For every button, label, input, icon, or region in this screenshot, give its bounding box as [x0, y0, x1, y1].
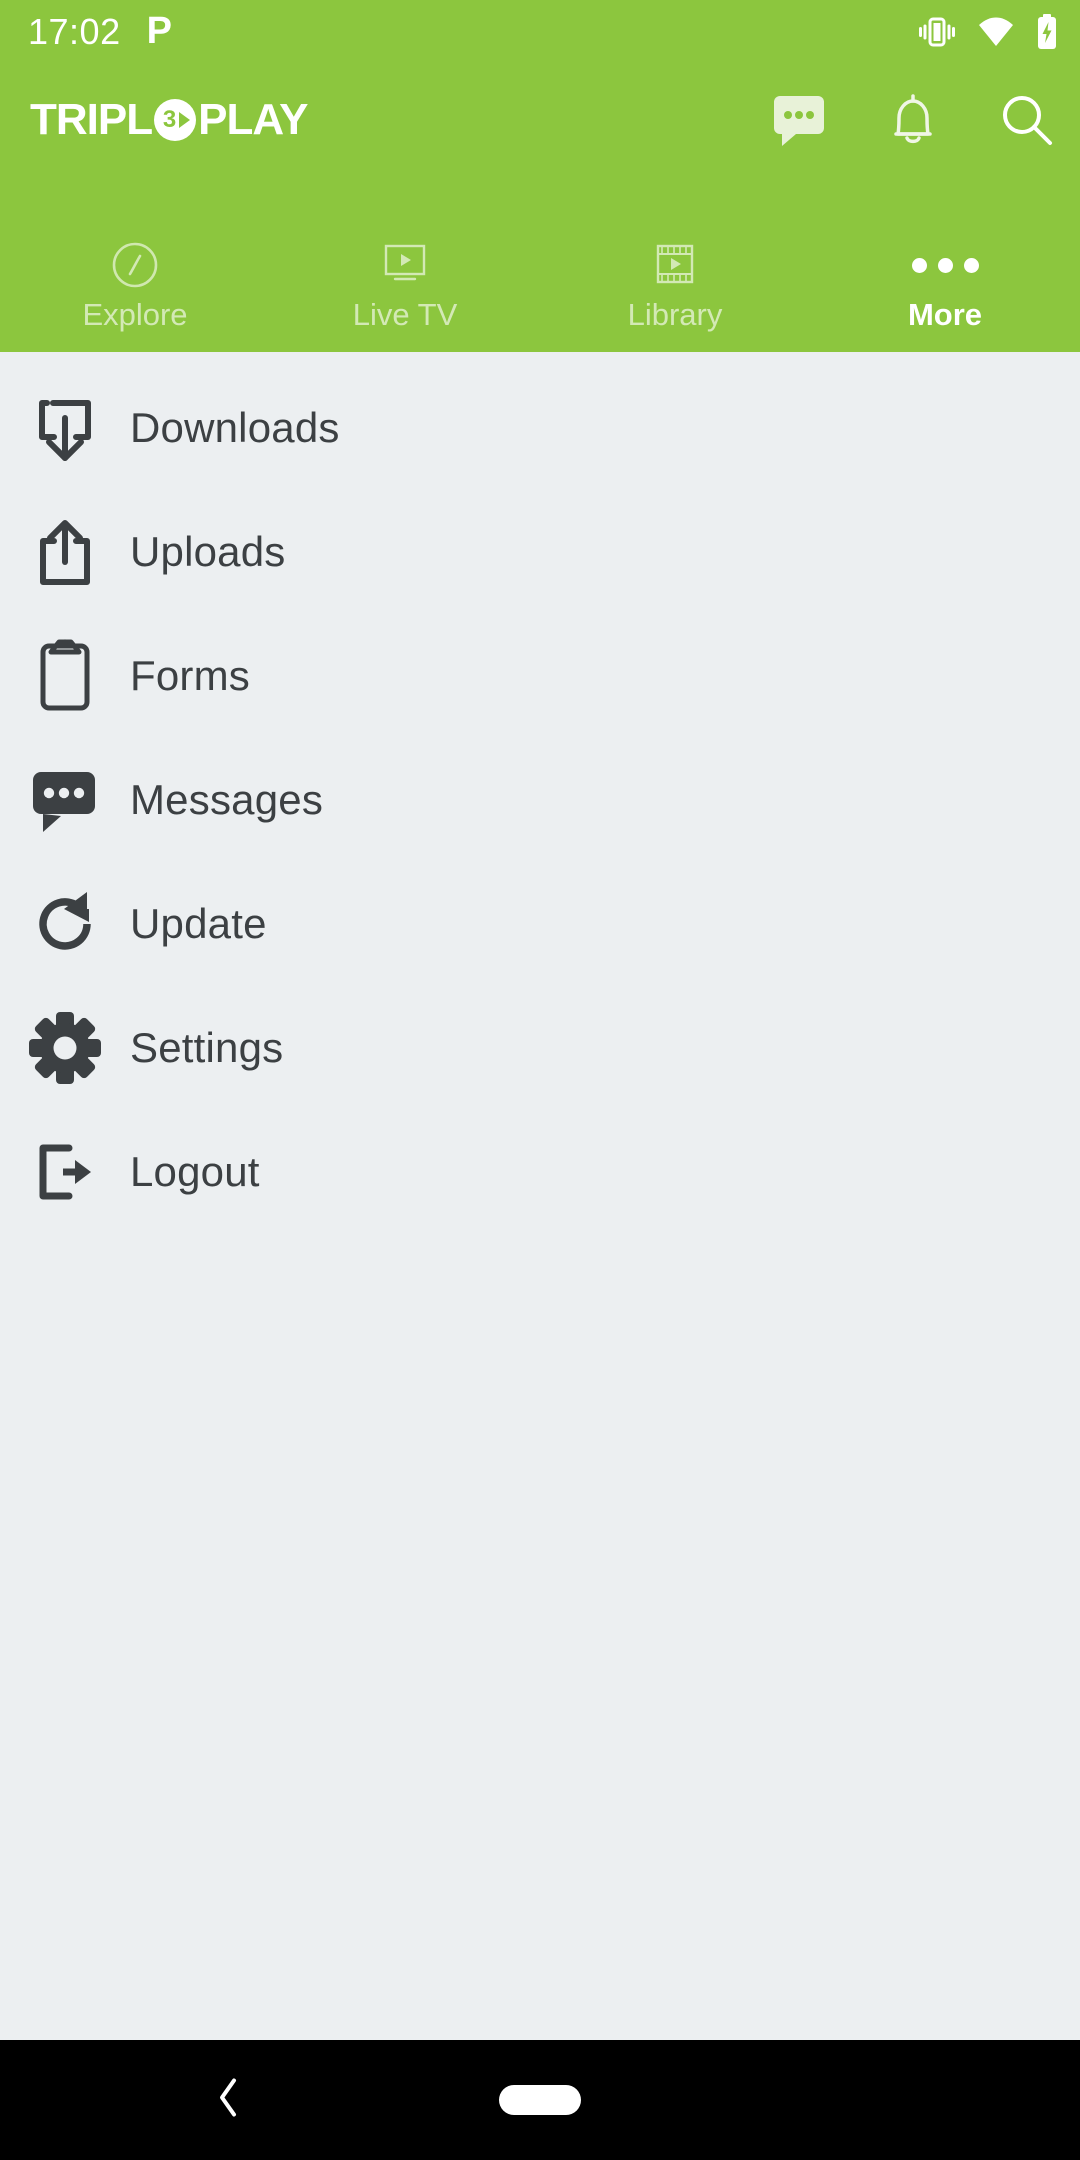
more-dot-1 [911, 257, 927, 273]
logo-text-part2: PLAY [198, 95, 308, 144]
tab-library-label: Library [627, 297, 723, 332]
more-dot-3 [963, 257, 979, 273]
wifi-icon [976, 16, 1016, 48]
tab-explore-label: Explore [82, 297, 188, 332]
film-strip-icon [651, 237, 699, 293]
menu-item-uploads[interactable]: Uploads [0, 490, 1080, 614]
home-pill-icon[interactable] [499, 2085, 581, 2115]
menu-item-messages-label: Messages [130, 776, 324, 823]
status-bar: 17:02 P [0, 0, 1080, 64]
gear-icon [0, 986, 130, 1110]
logo-play-triangle-icon [179, 112, 191, 128]
status-bar-icons [918, 0, 1058, 64]
menu-item-update-label: Update [130, 900, 267, 947]
upload-icon [0, 490, 130, 614]
vibrate-icon [918, 15, 956, 49]
tab-live-tv-label: Live TV [352, 297, 458, 332]
menu-item-settings-label: Settings [130, 1024, 284, 1071]
tab-more[interactable]: More [810, 212, 1080, 352]
more-menu-list: Downloads Uploads Forms Messages Update … [0, 352, 1080, 2040]
tab-explore[interactable]: Explore [0, 212, 270, 352]
system-navigation-bar [0, 2040, 1080, 2160]
tab-more-label: More [907, 297, 983, 332]
messages-icon[interactable] [772, 94, 826, 146]
menu-item-forms-label: Forms [130, 652, 250, 699]
logo-text-part1: TRIPL [30, 95, 153, 144]
app-header: 17:02 P TRIPL 3 PLAY Explore Live TV Lib… [0, 0, 1080, 352]
header-tabs: Explore Live TV Library More [0, 212, 1080, 352]
app-screen: 17:02 P TRIPL 3 PLAY Explore Live TV Lib… [0, 0, 1080, 2160]
more-dots-icon [911, 237, 979, 293]
status-bar-clock: 17:02 [28, 11, 121, 52]
menu-item-forms[interactable]: Forms [0, 614, 1080, 738]
logo-mark-number: 3 [162, 106, 176, 133]
chat-bubble-icon [0, 738, 130, 862]
compass-icon [111, 237, 159, 293]
battery-charging-icon [1036, 14, 1058, 50]
header-action-buttons [772, 64, 1054, 176]
menu-item-logout-label: Logout [130, 1148, 260, 1195]
app-logo[interactable]: TRIPL 3 PLAY [30, 95, 308, 144]
tv-icon [381, 237, 429, 293]
menu-item-logout[interactable]: Logout [0, 1110, 1080, 1234]
search-icon[interactable] [1000, 93, 1054, 147]
clipboard-icon [0, 614, 130, 738]
logo-play-mark-icon: 3 [154, 99, 197, 141]
back-chevron-icon[interactable] [215, 2077, 241, 2124]
menu-item-update[interactable]: Update [0, 862, 1080, 986]
menu-item-settings[interactable]: Settings [0, 986, 1080, 1110]
menu-item-uploads-label: Uploads [130, 528, 286, 575]
logout-icon [0, 1110, 130, 1234]
download-icon [0, 366, 130, 490]
menu-item-downloads[interactable]: Downloads [0, 366, 1080, 490]
header-bar: TRIPL 3 PLAY [0, 64, 1080, 176]
tab-library[interactable]: Library [540, 212, 810, 352]
notifications-bell-icon[interactable] [888, 92, 938, 148]
tab-live-tv[interactable]: Live TV [270, 212, 540, 352]
menu-item-downloads-label: Downloads [130, 404, 340, 451]
status-bar-app-indicator-icon: P [146, 10, 172, 52]
more-dot-2 [937, 257, 953, 273]
menu-item-messages[interactable]: Messages [0, 738, 1080, 862]
refresh-icon [0, 862, 130, 986]
